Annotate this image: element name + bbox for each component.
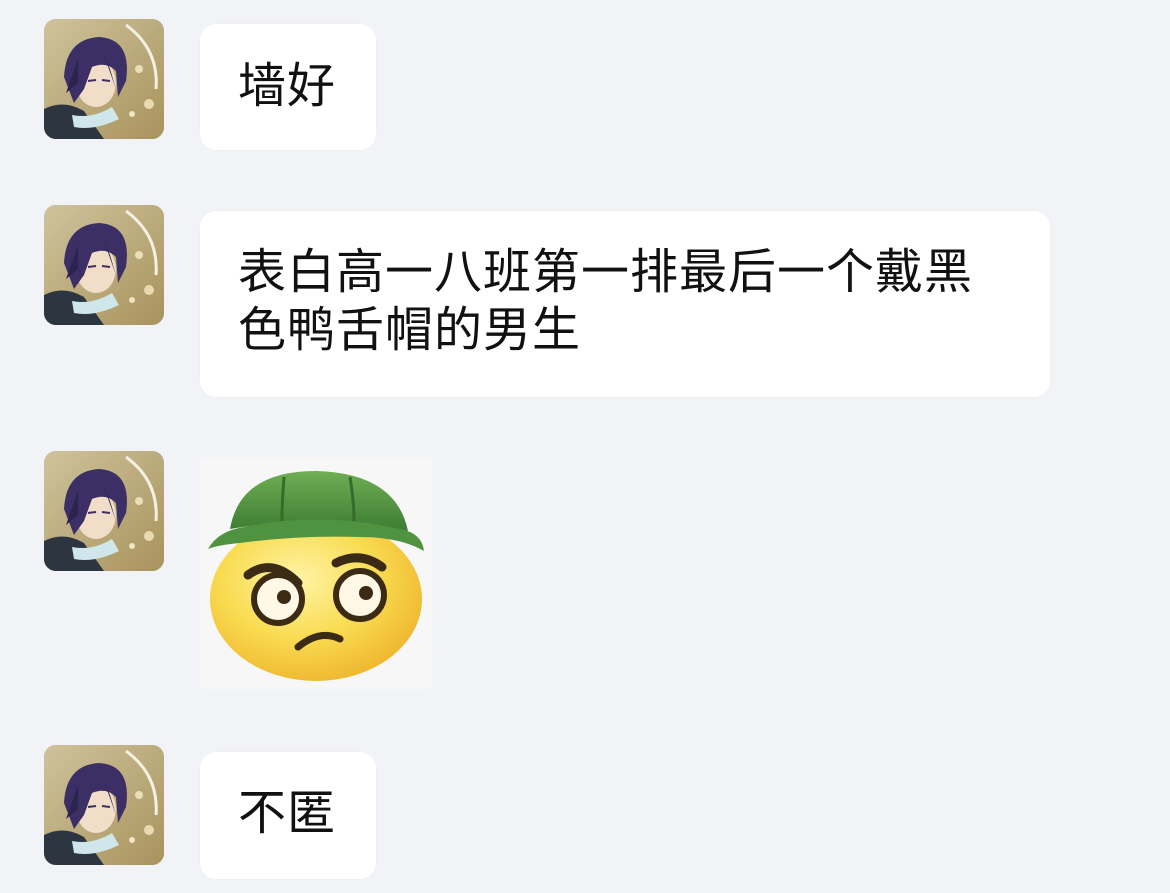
avatar[interactable]	[44, 745, 164, 865]
avatar[interactable]	[44, 205, 164, 325]
anime-boy-avatar-icon	[44, 19, 164, 139]
anime-boy-avatar-icon	[44, 745, 164, 865]
message-bubble[interactable]: 墙好	[200, 24, 376, 150]
message-text: 不匿	[238, 785, 337, 841]
sticker-message[interactable]	[200, 457, 432, 689]
message-bubble[interactable]: 不匿	[200, 752, 376, 879]
message-bubble[interactable]: 表白高一八班第一排最后一个戴黑色鸭舌帽的男生	[200, 211, 1050, 397]
avatar[interactable]	[44, 451, 164, 571]
avatar[interactable]	[44, 19, 164, 139]
message-text: 墙好	[238, 58, 337, 114]
message-text: 表白高一八班第一排最后一个戴黑色鸭舌帽的男生	[238, 244, 974, 358]
angry-emoji-green-hat-icon	[208, 471, 424, 681]
anime-boy-avatar-icon	[44, 451, 164, 571]
anime-boy-avatar-icon	[44, 205, 164, 325]
